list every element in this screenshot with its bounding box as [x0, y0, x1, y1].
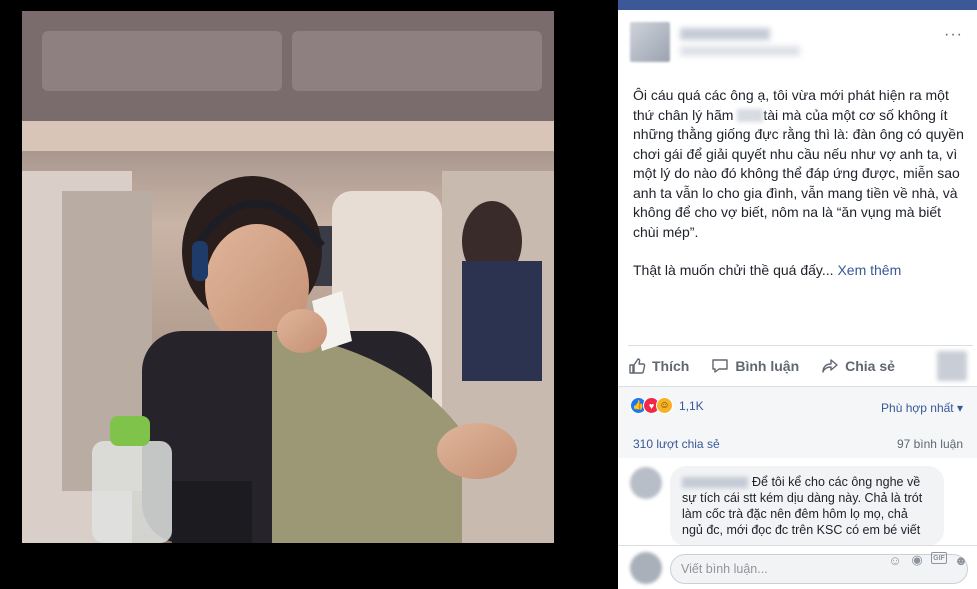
post-paragraph-2: Thật là muốn chửi thề quá đấy... Xem thê… — [633, 261, 968, 281]
post-text-para2: Thật là muốn chửi thề quá đấy... — [633, 262, 834, 278]
shares-count[interactable]: 310 lượt chia sẻ — [633, 437, 720, 451]
photo-viewer — [0, 0, 618, 589]
see-more-link[interactable]: Xem thêm — [837, 262, 901, 278]
reactions-summary[interactable]: 👍 ♥ ☺ 1,1K — [630, 397, 704, 414]
share-button[interactable]: Chia sẻ — [821, 357, 895, 375]
post-header: ··· — [618, 18, 977, 68]
author-avatar[interactable] — [630, 22, 670, 62]
current-user-avatar — [630, 552, 662, 584]
post-meta-redacted — [680, 46, 800, 56]
composer-tools: ☺ ◉ GIF ☻ — [887, 552, 969, 568]
comments-count[interactable]: 97 bình luận — [897, 437, 963, 451]
top-bar — [618, 0, 977, 10]
share-label: Chia sẻ — [845, 357, 895, 374]
comment-icon — [712, 358, 729, 373]
reactions-count[interactable]: 1,1K — [679, 399, 704, 413]
thumbs-up-icon — [629, 357, 646, 374]
comment-bubble: Để tôi kể cho các ông nghe về sự tích cá… — [670, 466, 944, 546]
gif-icon[interactable]: GIF — [931, 552, 947, 564]
redacted-word — [737, 109, 764, 123]
sort-label: Phù hợp nhất — [881, 401, 954, 415]
post-panel: ··· Ôi cáu quá các ông ạ, tôi vừa mới ph… — [618, 0, 977, 589]
post-actions: Thích Bình luận Chia sẻ — [628, 345, 973, 385]
comment-composer: Viết bình luận... ☺ ◉ GIF ☻ — [618, 545, 977, 589]
like-label: Thích — [652, 357, 690, 374]
share-icon — [822, 358, 838, 373]
post-text-part2: tài mà của một cơ số không ít những thằn… — [633, 106, 964, 240]
author-name-redacted[interactable] — [680, 28, 770, 40]
sticker-icon[interactable]: ☻ — [953, 552, 969, 568]
more-options-icon[interactable]: ··· — [944, 26, 963, 44]
post-stats: 👍 ♥ ☺ 1,1K Phù hợp nhất ▾ 310 lượt chia … — [618, 386, 977, 458]
page-avatar-selector[interactable] — [937, 350, 967, 381]
photo-illustration — [22, 11, 554, 543]
post-paragraph-1: Ôi cáu quá các ông ạ, tôi vừa mới phát h… — [633, 86, 968, 242]
comment-label: Bình luận — [735, 357, 800, 374]
comment-item: Để tôi kể cho các ông nghe về sự tích cá… — [618, 460, 977, 546]
camera-icon[interactable]: ◉ — [909, 552, 925, 568]
post-photo[interactable] — [22, 11, 554, 543]
haha-reaction-icon: ☺ — [656, 397, 673, 414]
commenter-avatar[interactable] — [630, 467, 662, 499]
comment-button[interactable]: Bình luận — [711, 357, 799, 375]
comment-sort-dropdown[interactable]: Phù hợp nhất ▾ — [881, 401, 963, 415]
emoji-icon[interactable]: ☺ — [887, 552, 903, 568]
caret-down-icon: ▾ — [956, 401, 963, 415]
commenter-name-redacted[interactable] — [682, 477, 748, 489]
post-text: Ôi cáu quá các ông ạ, tôi vừa mới phát h… — [633, 86, 968, 300]
like-button[interactable]: Thích — [628, 357, 689, 375]
